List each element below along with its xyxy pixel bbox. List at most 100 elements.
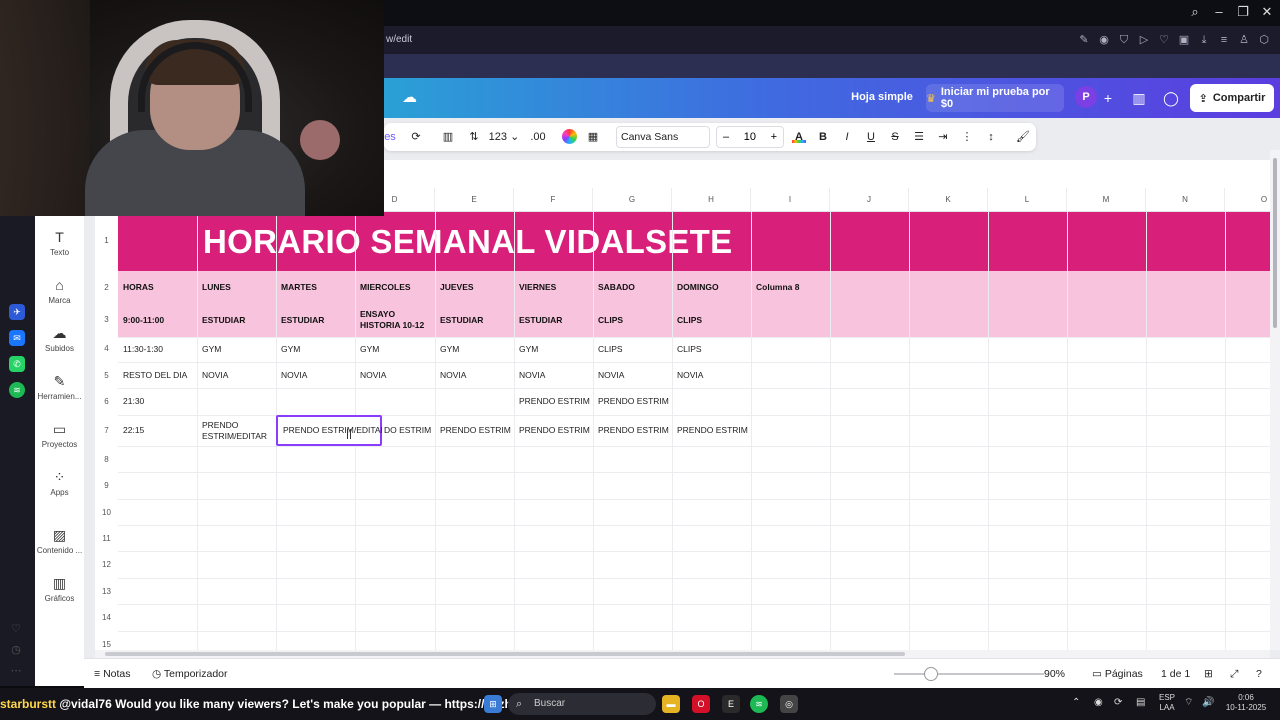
table-cell[interactable]: GYM — [355, 337, 435, 362]
row-number[interactable]: 13 — [95, 587, 118, 596]
spacing-icon[interactable]: ↕ — [982, 127, 1000, 147]
font-size-stepper[interactable]: – 10 + — [716, 126, 784, 148]
text-color-icon[interactable]: A — [790, 127, 808, 147]
header-cell[interactable]: DOMINGO — [672, 271, 751, 303]
play-icon[interactable]: ▷ — [1136, 32, 1152, 48]
table-cell[interactable]: ESTUDIAR — [197, 303, 276, 337]
table-cell[interactable] — [435, 388, 514, 415]
camera-icon[interactable]: ◉ — [1096, 32, 1112, 48]
tray-icon[interactable]: ◉ — [1094, 698, 1103, 708]
download-icon[interactable]: ⤓ — [1196, 32, 1212, 48]
scrollbar-thumb[interactable] — [1273, 158, 1277, 328]
number-format-select[interactable]: 123 ⌄ — [488, 127, 520, 147]
table-cell[interactable]: NOVIA — [514, 362, 593, 388]
messenger-icon[interactable]: ✉ — [9, 330, 25, 346]
font-size-value[interactable]: 10 — [744, 127, 756, 147]
table-cell[interactable]: NOVIA — [276, 362, 355, 388]
file-explorer-icon[interactable]: ▬ — [662, 695, 680, 713]
decimal-button[interactable]: .00 — [526, 127, 550, 147]
heart-icon[interactable]: ♡ — [8, 622, 24, 638]
app-icon[interactable]: ✈ — [9, 304, 25, 320]
row-number[interactable]: 4 — [95, 344, 118, 353]
header-cell[interactable]: MARTES — [276, 271, 355, 303]
font-size-minus-button[interactable]: – — [723, 127, 729, 147]
menu-icon[interactable]: ≡ — [1216, 32, 1232, 48]
header-cell[interactable]: MIERCOLES — [355, 271, 435, 303]
shield-icon[interactable]: ⛉ — [1116, 32, 1132, 48]
column-header[interactable]: H — [672, 188, 751, 212]
volume-icon[interactable]: 🔊 — [1202, 698, 1214, 708]
pages-button[interactable]: ▭ Páginas — [1092, 668, 1143, 680]
grid-view-icon[interactable]: ⊞ — [1204, 668, 1213, 680]
add-collaborator-icon[interactable]: + — [1097, 87, 1119, 109]
scrollbar-thumb[interactable] — [105, 652, 905, 656]
title-row[interactable]: HORARIO SEMANAL VIDALSETE — [118, 212, 1270, 271]
table-cell[interactable]: GYM — [435, 337, 514, 362]
epic-games-icon[interactable]: E — [722, 695, 740, 713]
zoom-slider-knob[interactable] — [924, 667, 938, 681]
spreadsheet[interactable]: D E F G H I J K L M N O HORARIO SEMANAL … — [95, 188, 1270, 650]
row-number[interactable]: 9 — [95, 481, 118, 490]
align-icon[interactable]: ☰ — [910, 127, 928, 147]
doc-type-label[interactable]: Hoja simple — [842, 91, 922, 103]
column-header[interactable]: L — [988, 188, 1067, 212]
column-header[interactable]: E — [435, 188, 514, 212]
refresh-icon[interactable]: ⟳ — [408, 127, 424, 147]
edit-icon[interactable]: ✎ — [1076, 32, 1092, 48]
strikethrough-icon[interactable]: S — [886, 127, 904, 147]
tray-icon[interactable]: ⟳ — [1114, 698, 1122, 708]
row-number[interactable]: 7 — [95, 426, 118, 435]
more-icon[interactable]: ⋯ — [8, 664, 24, 680]
avatar[interactable]: P — [1075, 86, 1097, 108]
header-cell[interactable]: HORAS — [118, 271, 197, 303]
sidebar-item-apps[interactable]: ⁘ Apps — [35, 468, 84, 497]
start-trial-button[interactable]: ♛ Iniciar mi prueba por $0 — [926, 84, 1064, 112]
cube-icon[interactable]: ⬡ — [1256, 32, 1272, 48]
tray-icon[interactable]: ▤ — [1136, 698, 1145, 708]
table-cell[interactable] — [672, 388, 751, 415]
heart-icon[interactable]: ♡ — [1156, 32, 1172, 48]
insights-chart-icon[interactable]: ▥ — [1128, 87, 1150, 109]
color-wheel-icon[interactable] — [562, 129, 577, 144]
table-cell[interactable]: PRENDO ESTRIM/EDITAR — [197, 415, 276, 446]
spotify-icon[interactable]: ≋ — [750, 695, 768, 713]
url-text[interactable]: w/edit — [386, 34, 412, 45]
sidebar-item-text[interactable]: T Texto — [35, 228, 84, 257]
table-cell[interactable]: CLIPS — [672, 337, 751, 362]
table-cell[interactable]: 21:30 — [118, 388, 197, 415]
sidebar-item-charts[interactable]: ▥ Gráficos — [35, 574, 84, 603]
row-number[interactable]: 3 — [95, 315, 118, 324]
sidebar-item-uploads[interactable]: ☁ Subidos — [35, 324, 84, 353]
row-number[interactable]: 15 — [95, 640, 118, 649]
table-cell[interactable]: 11:30-1:30 — [118, 337, 197, 362]
fullscreen-icon[interactable]: ⤢ — [1230, 668, 1238, 681]
table-cell[interactable] — [276, 388, 355, 415]
column-header[interactable]: J — [830, 188, 909, 212]
windows-start-icon[interactable]: ⊞ — [484, 695, 502, 713]
search-icon[interactable]: ⌕ — [1186, 4, 1204, 20]
zoom-slider[interactable] — [894, 673, 1044, 675]
row-number[interactable]: 1 — [95, 236, 118, 245]
clock-icon[interactable]: ◷ — [8, 643, 24, 659]
table-cell[interactable]: 9:00-11:00 — [118, 303, 197, 337]
wifi-icon[interactable]: ⌔ — [1184, 698, 1193, 708]
comment-icon[interactable]: ◯ — [1160, 87, 1182, 109]
table-cell[interactable]: PRENDO ESTRIM — [593, 388, 672, 415]
opera-icon[interactable]: O — [692, 695, 710, 713]
maximize-icon[interactable]: ❐ — [1234, 4, 1252, 20]
table-cell[interactable]: ENSAYO HISTORIA 10-12 — [355, 303, 435, 337]
font-family-select[interactable]: Canva Sans — [616, 126, 710, 148]
table-cell[interactable]: PRENDO ESTRIM — [593, 415, 672, 446]
vertical-scrollbar[interactable] — [1270, 150, 1280, 650]
table-cell[interactable] — [355, 388, 435, 415]
italic-icon[interactable]: I — [838, 127, 856, 147]
spotify-icon[interactable]: ≋ — [9, 382, 25, 398]
help-icon[interactable]: ? — [1256, 668, 1262, 680]
profile-icon[interactable]: ♙ — [1236, 32, 1252, 48]
column-header[interactable]: I — [751, 188, 830, 212]
table-cell[interactable]: ESTUDIAR — [514, 303, 593, 337]
table-cell[interactable]: DO ESTRIM — [382, 415, 435, 446]
table-cell[interactable] — [197, 388, 276, 415]
table-cell[interactable]: PRENDO ESTRIM — [514, 415, 593, 446]
table-cell[interactable]: CLIPS — [672, 303, 751, 337]
